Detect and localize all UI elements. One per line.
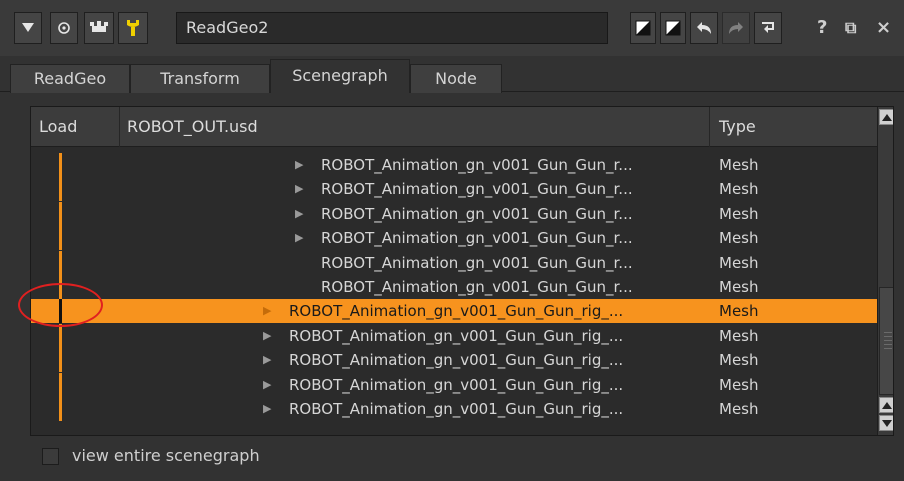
tab-transform[interactable]: Transform [130, 64, 270, 93]
expand-arrow-icon[interactable]: ▶ [295, 202, 303, 226]
table-row[interactable]: ▶ ROBOT_Animation_gn_v001_Gun_Gun_r... Mes… [31, 201, 877, 226]
expand-arrow-icon[interactable]: ▶ [263, 373, 271, 397]
expand-arrow-icon[interactable]: ▶ [295, 153, 303, 177]
prim-type: Mesh [719, 278, 759, 296]
table-row[interactable]: ▶ ROBOT_Animation_gn_v001_Gun_Gun_r... Mes… [31, 153, 877, 177]
prim-name: ROBOT_Animation_gn_v001_Gun_Gun_rig_... [289, 302, 624, 321]
wrench-icon[interactable] [118, 12, 148, 44]
expand-arrow-icon[interactable]: ▶ [263, 397, 271, 421]
scroll-up-icon[interactable] [879, 109, 893, 125]
node-name-field[interactable]: ReadGeo2 [176, 12, 608, 44]
table-row[interactable]: ▶ ROBOT_Animation_gn_v001_Gun_Gun_rig_...… [31, 323, 877, 348]
view-entire-scenegraph-checkbox[interactable] [42, 448, 59, 465]
vertical-scrollbar[interactable] [877, 107, 893, 435]
prim-type: Mesh [719, 156, 759, 174]
prim-name: ROBOT_Animation_gn_v001_Gun_Gun_rig_... [289, 326, 624, 345]
table-header: Load ROBOT_OUT.usd Type [31, 107, 877, 147]
scroll-down-icon[interactable] [879, 415, 893, 431]
table-row[interactable]: ▶ ROBOT_Animation_gn_v001_Gun_Gun_rig_...… [31, 397, 877, 421]
table-row[interactable]: ▶ ROBOT_Animation_gn_v001_Gun_Gun_r... Mes… [31, 177, 877, 202]
table-row[interactable]: ▶ ROBOT_Animation_gn_v001_Gun_Gun_rig_...… [31, 348, 877, 373]
load-toggle[interactable] [59, 201, 62, 226]
column-header-load[interactable]: Load [31, 107, 119, 147]
collapse-arrow-icon[interactable] [14, 12, 42, 44]
expand-arrow-icon[interactable]: ▶ [295, 177, 303, 201]
load-toggle[interactable] [59, 372, 62, 397]
table-row[interactable]: ▶ ROBOT_Animation_gn_v001_Gun_Gun_rig_...… [31, 372, 877, 397]
prim-type: Mesh [719, 204, 759, 223]
checkbox-label: view entire scenegraph [72, 446, 260, 465]
tab-scenegraph[interactable]: Scenegraph [270, 59, 410, 93]
expand-arrow-icon[interactable]: ▶ [263, 348, 271, 372]
prim-name: ROBOT_Animation_gn_v001_Gun_Gun_r... [321, 156, 633, 174]
prim-type: Mesh [719, 302, 759, 321]
table-row[interactable]: ROBOT_Animation_gn_v001_Gun_Gun_r... Mesh [31, 250, 877, 275]
revert-icon[interactable] [754, 12, 782, 44]
tab-readgeo[interactable]: ReadGeo [10, 64, 130, 93]
scroll-up-icon[interactable] [879, 397, 893, 413]
readgeo-properties-panel: ReadGeo2 ? ⧉ × ReadGeo Transform Scenegr… [0, 0, 904, 481]
load-toggle[interactable] [59, 397, 62, 421]
expand-arrow-icon[interactable]: ▶ [263, 324, 271, 348]
column-header-type[interactable]: Type [711, 107, 877, 147]
prim-type: Mesh [719, 229, 759, 248]
load-toggle[interactable] [59, 177, 62, 202]
prim-name: ROBOT_Animation_gn_v001_Gun_Gun_r... [321, 180, 633, 199]
prim-name: ROBOT_Animation_gn_v001_Gun_Gun_r... [321, 278, 633, 296]
color-swatch-icon[interactable] [630, 12, 656, 44]
color-swatch-icon[interactable] [660, 12, 686, 44]
column-header-path[interactable]: ROBOT_OUT.usd [119, 107, 709, 147]
prim-type: Mesh [719, 375, 759, 394]
tab-bar: ReadGeo Transform Scenegraph Node [0, 56, 904, 93]
prim-type: Mesh [719, 351, 759, 370]
scrollbar-thumb[interactable] [879, 287, 893, 395]
close-icon[interactable]: × [876, 14, 891, 42]
prim-name: ROBOT_Animation_gn_v001_Gun_Gun_r... [321, 253, 633, 272]
prim-name: ROBOT_Animation_gn_v001_Gun_Gun_rig_... [289, 400, 624, 418]
help-icon[interactable]: ? [817, 14, 827, 42]
prim-name: ROBOT_Animation_gn_v001_Gun_Gun_r... [321, 204, 633, 223]
center-node-icon[interactable] [50, 12, 78, 44]
float-icon[interactable]: ⧉ [845, 14, 856, 42]
table-rows: ▶ ROBOT_Animation_gn_v001_Gun_Gun_r... Mes… [31, 148, 877, 435]
table-row[interactable]: ▶ ROBOT_Animation_gn_v001_Gun_Gun_rig_...… [31, 299, 877, 324]
tab-node[interactable]: Node [410, 64, 502, 93]
panel-title-bar: ReadGeo2 ? ⧉ × [0, 0, 904, 56]
redo-icon[interactable] [722, 12, 750, 44]
prim-type: Mesh [719, 326, 759, 345]
scenegraph-table: Load ROBOT_OUT.usd Type ▶ ROBOT_Animation… [30, 106, 894, 436]
expand-arrow-icon[interactable]: ▶ [295, 226, 303, 250]
prim-type: Mesh [719, 180, 759, 199]
knob-default-icon[interactable] [84, 12, 114, 44]
table-row[interactable]: ▶ ROBOT_Animation_gn_v001_Gun_Gun_r... Mes… [31, 226, 877, 251]
expand-arrow-icon[interactable]: ▶ [263, 299, 271, 323]
annotation-circle [18, 283, 103, 327]
load-toggle[interactable] [59, 250, 62, 275]
undo-icon[interactable] [690, 12, 718, 44]
prim-type: Mesh [719, 400, 759, 418]
prim-type: Mesh [719, 253, 759, 272]
load-toggle[interactable] [59, 153, 62, 177]
load-toggle[interactable] [59, 226, 62, 251]
prim-name: ROBOT_Animation_gn_v001_Gun_Gun_r... [321, 229, 633, 248]
load-toggle[interactable] [59, 348, 62, 373]
table-row[interactable]: ROBOT_Animation_gn_v001_Gun_Gun_r... Mesh [31, 275, 877, 299]
column-divider[interactable] [709, 107, 710, 147]
load-toggle[interactable] [59, 323, 62, 348]
prim-name: ROBOT_Animation_gn_v001_Gun_Gun_rig_... [289, 351, 624, 370]
prim-name: ROBOT_Animation_gn_v001_Gun_Gun_rig_... [289, 375, 624, 394]
